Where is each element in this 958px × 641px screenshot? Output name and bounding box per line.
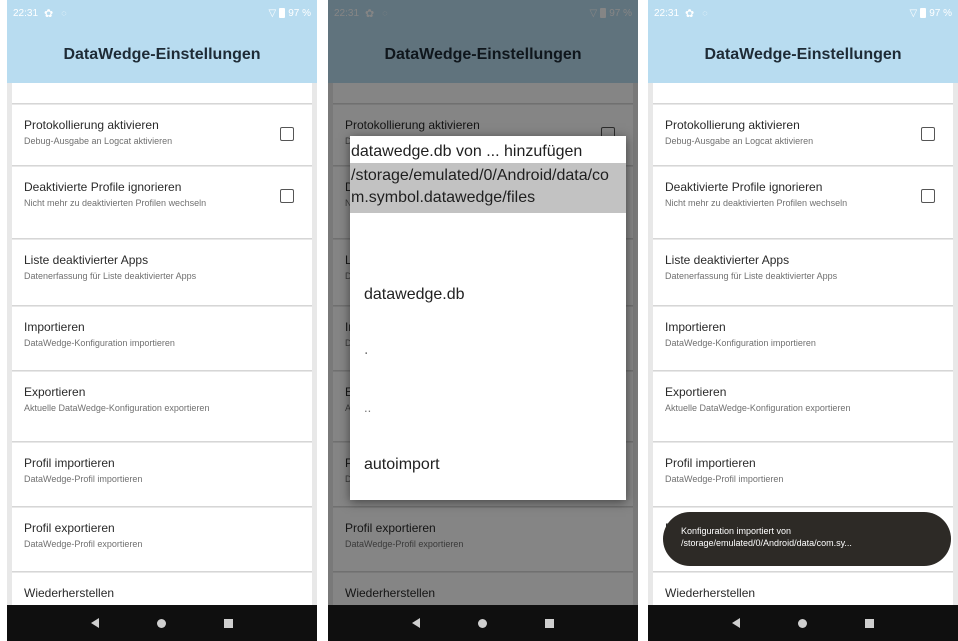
notification-icon: ◌ bbox=[702, 8, 708, 18]
settings-gear-icon: ✿ bbox=[685, 7, 695, 20]
page-title: DataWedge-Einstellungen bbox=[63, 45, 261, 63]
item-subtitle: Aktuelle DataWedge-Konfiguration exporti… bbox=[665, 403, 851, 413]
settings-item-ignore-disabled[interactable]: Deaktivierte Profile ignorieren Nicht me… bbox=[653, 167, 953, 239]
settings-item-profile-import[interactable]: Profil importieren DataWedge-Profil impo… bbox=[653, 443, 953, 507]
back-icon[interactable] bbox=[412, 618, 420, 628]
settings-item-profile-export[interactable]: Profil exportieren DataWedge-Profil expo… bbox=[12, 508, 312, 572]
app-bar: DataWedge-Einstellungen bbox=[7, 26, 317, 83]
ignore-disabled-checkbox[interactable] bbox=[921, 189, 935, 203]
app-bar: DataWedge-Einstellungen bbox=[648, 26, 958, 83]
import-toast: Konfiguration importiert von /storage/em… bbox=[663, 512, 951, 566]
item-title: Profil importieren bbox=[24, 456, 115, 470]
settings-item-disabled-apps[interactable]: Liste deaktivierter Apps Datenerfassung … bbox=[653, 240, 953, 306]
wifi-icon: ▽ bbox=[268, 7, 277, 19]
dialog-header: datawedge.db von ... hinzufügen /storage… bbox=[350, 136, 626, 213]
item-title: Importieren bbox=[24, 320, 85, 334]
item-title: Liste deaktivierter Apps bbox=[665, 253, 790, 267]
settings-item-logging[interactable]: Protokollierung aktivieren Debug-Ausgabe… bbox=[12, 105, 312, 166]
item-subtitle: DataWedge-Profil importieren bbox=[24, 474, 143, 484]
system-nav-bar bbox=[328, 605, 638, 641]
settings-item-restore[interactable]: Wiederherstellen bbox=[653, 573, 953, 605]
item-title: Deaktivierte Profile ignorieren bbox=[24, 180, 182, 194]
recent-apps-icon[interactable] bbox=[865, 618, 874, 628]
home-icon[interactable] bbox=[798, 618, 807, 628]
logging-checkbox[interactable] bbox=[280, 127, 294, 141]
item-subtitle: Aktuelle DataWedge-Konfiguration exporti… bbox=[24, 403, 210, 413]
home-icon[interactable] bbox=[157, 618, 166, 628]
settings-gear-icon: ✿ bbox=[44, 7, 54, 20]
wifi-icon: ▽ bbox=[909, 7, 918, 19]
status-time: 22:31 bbox=[654, 7, 680, 19]
settings-item-import[interactable]: Importieren DataWedge-Konfiguration impo… bbox=[653, 307, 953, 371]
item-subtitle: DataWedge-Konfiguration importieren bbox=[665, 338, 816, 348]
system-nav-bar bbox=[7, 605, 317, 641]
settings-item-disabled-apps[interactable]: Liste deaktivierter Apps Datenerfassung … bbox=[12, 240, 312, 306]
page-title: DataWedge-Einstellungen bbox=[704, 45, 902, 63]
battery-level: 97 % bbox=[288, 7, 311, 19]
item-title: Wiederherstellen bbox=[24, 586, 115, 600]
home-icon[interactable] bbox=[478, 618, 487, 628]
battery-icon bbox=[920, 8, 927, 18]
battery-icon bbox=[279, 8, 286, 18]
item-subtitle: Datenerfassung für Liste deaktivierter A… bbox=[665, 271, 838, 281]
item-subtitle: Datenerfassung für Liste deaktivierter A… bbox=[24, 271, 197, 281]
back-icon[interactable] bbox=[732, 618, 740, 628]
notification-icon: ◌ bbox=[61, 8, 67, 18]
logging-checkbox[interactable] bbox=[921, 127, 935, 141]
file-item[interactable]: autoimport bbox=[364, 456, 440, 474]
file-picker-dialog: datawedge.db von ... hinzufügen /storage… bbox=[350, 136, 626, 500]
item-subtitle: Nicht mehr zu deaktivierten Profilen wec… bbox=[665, 198, 848, 208]
status-bar: 22:31 ✿ ◌ ▽ 97 % bbox=[7, 0, 317, 26]
item-title: Liste deaktivierter Apps bbox=[24, 253, 149, 267]
item-subtitle: Debug-Ausgabe an Logcat aktivieren bbox=[665, 136, 814, 146]
item-title: Wiederherstellen bbox=[665, 586, 756, 600]
dialog-title: datawedge.db von ... hinzufügen bbox=[351, 143, 583, 160]
item-subtitle: DataWedge-Profil importieren bbox=[665, 474, 784, 484]
recent-apps-icon[interactable] bbox=[224, 618, 233, 628]
dialog-current-path: /storage/emulated/0/Android/data/com.sym… bbox=[350, 163, 626, 213]
settings-item-export[interactable]: Exportieren Aktuelle DataWedge-Konfigura… bbox=[12, 372, 312, 442]
settings-item-ignore-disabled[interactable]: Deaktivierte Profile ignorieren Nicht me… bbox=[12, 167, 312, 239]
settings-item-import[interactable]: Importieren DataWedge-Konfiguration impo… bbox=[12, 307, 312, 371]
file-item[interactable]: . bbox=[364, 341, 368, 359]
phone-screen-file-dialog: 22:31 ✿ ◌ ▽ 97 % DataWedge-Einstellungen… bbox=[328, 0, 638, 641]
settings-item-export[interactable]: Exportieren Aktuelle DataWedge-Konfigura… bbox=[653, 372, 953, 442]
status-time: 22:31 bbox=[13, 7, 39, 19]
phone-screen-settings: 22:31 ✿ ◌ ▽ 97 % DataWedge-Einstellungen… bbox=[7, 0, 317, 641]
item-title: Importieren bbox=[665, 320, 726, 334]
toast-line-2: /storage/emulated/0/Android/data/com.sy.… bbox=[681, 538, 852, 548]
item-subtitle: DataWedge-Profil exportieren bbox=[24, 539, 143, 549]
item-title: Profil exportieren bbox=[24, 521, 115, 535]
item-subtitle: Debug-Ausgabe an Logcat aktivieren bbox=[24, 136, 173, 146]
item-title: Exportieren bbox=[24, 385, 86, 399]
settings-item-logging[interactable]: Protokollierung aktivieren Debug-Ausgabe… bbox=[653, 105, 953, 166]
status-bar: 22:31 ✿ ◌ ▽ 97 % bbox=[648, 0, 958, 26]
file-item[interactable]: datawedge.db bbox=[364, 286, 465, 304]
item-title: Protokollierung aktivieren bbox=[665, 118, 800, 132]
settings-item-profile-import[interactable]: Profil importieren DataWedge-Profil impo… bbox=[12, 443, 312, 507]
item-subtitle: Nicht mehr zu deaktivierten Profilen wec… bbox=[24, 198, 207, 208]
item-title: Exportieren bbox=[665, 385, 727, 399]
battery-level: 97 % bbox=[929, 7, 952, 19]
settings-item-partial[interactable] bbox=[653, 83, 953, 104]
file-item[interactable]: .. bbox=[364, 400, 371, 415]
settings-item-partial[interactable] bbox=[12, 83, 312, 104]
system-nav-bar bbox=[648, 605, 958, 641]
item-subtitle: DataWedge-Konfiguration importieren bbox=[24, 338, 175, 348]
item-title: Profil importieren bbox=[665, 456, 756, 470]
back-icon[interactable] bbox=[91, 618, 99, 628]
recent-apps-icon[interactable] bbox=[545, 618, 554, 628]
item-title: Deaktivierte Profile ignorieren bbox=[665, 180, 823, 194]
phone-screen-import-toast: 22:31 ✿ ◌ ▽ 97 % DataWedge-Einstellungen… bbox=[648, 0, 958, 641]
ignore-disabled-checkbox[interactable] bbox=[280, 189, 294, 203]
toast-line-1: Konfiguration importiert von bbox=[681, 526, 792, 536]
settings-list[interactable]: Protokollierung aktivieren Debug-Ausgabe… bbox=[12, 83, 312, 605]
item-title: Protokollierung aktivieren bbox=[24, 118, 159, 132]
settings-item-restore[interactable]: Wiederherstellen bbox=[12, 573, 312, 605]
